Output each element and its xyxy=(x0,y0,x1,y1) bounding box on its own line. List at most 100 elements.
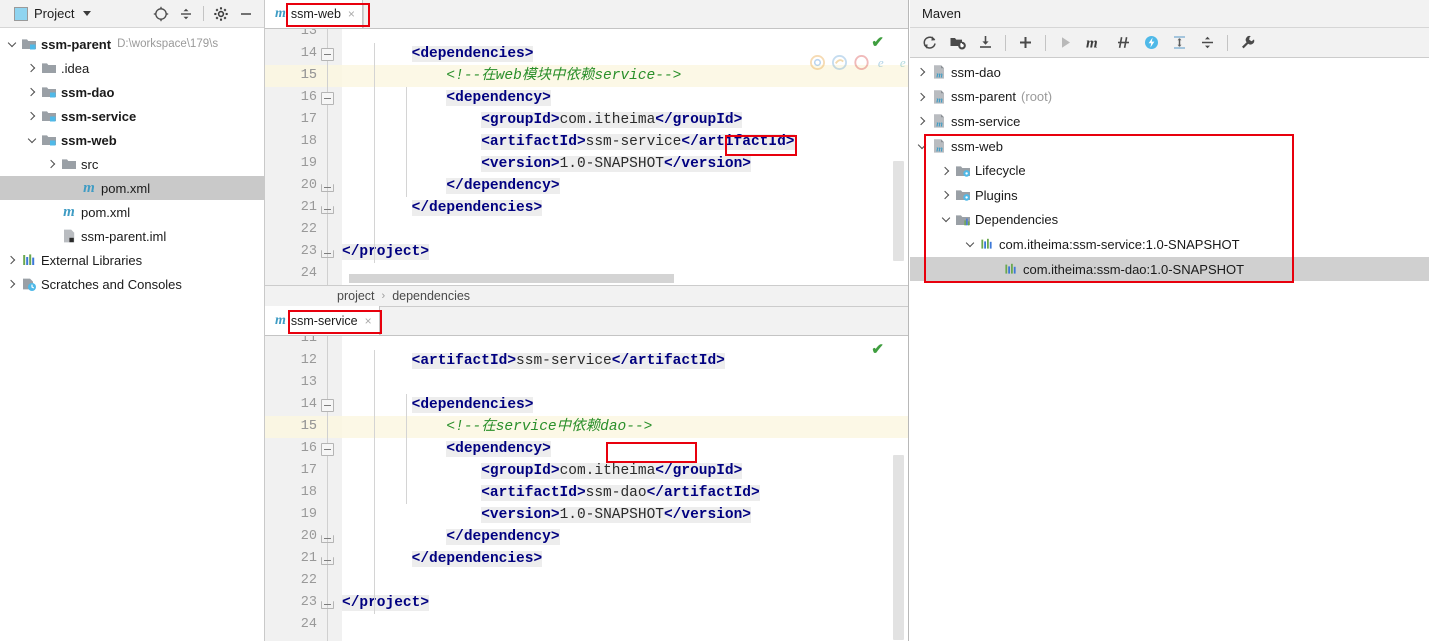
inspection-status-icon[interactable]: ✔ xyxy=(871,340,884,358)
browser-preview-icons[interactable]: e e xyxy=(810,55,908,70)
maven-tree-item-com-itheima-ssm-service-1-0-snapshot[interactable]: com.itheima:ssm-service:1.0-SNAPSHOT xyxy=(910,232,1429,257)
chevron-right-icon[interactable] xyxy=(24,65,40,71)
inspection-status-icon[interactable]: ✔ xyxy=(871,33,884,51)
chevron-right-icon[interactable] xyxy=(24,89,40,95)
maven-tree-item-plugins[interactable]: Plugins xyxy=(910,183,1429,208)
code-line[interactable]: <artifactId>ssm-service</artifactId> xyxy=(342,131,908,153)
maven-tree-item-lifecycle[interactable]: Lifecycle xyxy=(910,158,1429,183)
maven-tree[interactable]: mssm-daomssm-parent(root)mssm-servicemss… xyxy=(910,58,1429,281)
minimize-icon[interactable] xyxy=(238,6,254,22)
project-tree-item-src[interactable]: src xyxy=(0,152,264,176)
tab-ssm-service[interactable]: m ssm-service × xyxy=(265,306,380,335)
wrench-icon[interactable] xyxy=(1239,34,1256,51)
project-tree-item-ssm-dao[interactable]: ssm-dao xyxy=(0,80,264,104)
gear-icon[interactable] xyxy=(213,6,229,22)
collapse-all-icon[interactable] xyxy=(178,6,194,22)
breadcrumb-item-project[interactable]: project xyxy=(337,289,375,303)
code-line[interactable] xyxy=(342,372,908,394)
project-tree-item-external-libraries[interactable]: External Libraries xyxy=(0,248,264,272)
ie-icon[interactable]: e xyxy=(876,55,891,70)
add-icon[interactable] xyxy=(1017,34,1034,51)
editor-vscrollbar-top[interactable] xyxy=(893,161,904,261)
code-line[interactable]: </dependencies> xyxy=(342,548,908,570)
toggle-skip-tests-icon[interactable] xyxy=(1115,34,1132,51)
project-tree-item-ssm-web[interactable]: ssm-web xyxy=(0,128,264,152)
project-tree-item-ssm-parent[interactable]: ssm-parentD:\workspace\179\s xyxy=(0,32,264,56)
fold-marker[interactable] xyxy=(321,399,334,412)
download-sources-icon[interactable] xyxy=(977,34,994,51)
code-line[interactable] xyxy=(342,336,908,350)
editor-gutter-top[interactable]: 13141515161718192021222324 xyxy=(265,29,342,285)
code-line[interactable]: <version>1.0-SNAPSHOT</version> xyxy=(342,153,908,175)
chrome-icon[interactable] xyxy=(810,55,825,70)
code-line[interactable] xyxy=(342,570,908,592)
fold-marker[interactable] xyxy=(321,92,334,105)
code-line[interactable]: </dependencies> xyxy=(342,197,908,219)
chevron-down-icon[interactable] xyxy=(24,139,40,142)
code-line[interactable]: <groupId>com.itheima</groupId> xyxy=(342,460,908,482)
reload-icon[interactable] xyxy=(921,34,938,51)
fold-marker[interactable] xyxy=(321,184,334,192)
editor-gutter-bottom[interactable]: 111213141515161718192021222324 xyxy=(265,336,342,641)
code-line[interactable]: </dependency> xyxy=(342,526,908,548)
code-line[interactable] xyxy=(342,614,908,636)
close-icon[interactable]: × xyxy=(348,7,355,21)
chevron-right-icon[interactable] xyxy=(914,118,930,124)
breadcrumb[interactable]: project › dependencies xyxy=(265,285,908,307)
editor-code-bottom[interactable]: <artifactId>ssm-service</artifactId> <de… xyxy=(342,336,908,641)
chevron-right-icon[interactable] xyxy=(914,69,930,75)
fold-marker[interactable] xyxy=(321,535,334,543)
run-icon[interactable] xyxy=(1057,34,1074,51)
toggle-offline-icon[interactable] xyxy=(1143,34,1160,51)
maven-tree-item-ssm-service[interactable]: mssm-service xyxy=(910,109,1429,134)
maven-tree-item-dependencies[interactable]: Dependencies xyxy=(910,208,1429,233)
generate-sources-icon[interactable] xyxy=(949,34,966,51)
chevron-right-icon[interactable] xyxy=(24,113,40,119)
fold-marker[interactable] xyxy=(321,48,334,61)
fold-marker[interactable] xyxy=(321,206,334,214)
edge-icon[interactable]: e xyxy=(898,55,908,70)
code-line[interactable]: <!--在service中依赖dao--> xyxy=(342,416,908,438)
opera-icon[interactable] xyxy=(854,55,869,70)
collapse-all-icon[interactable] xyxy=(1199,34,1216,51)
chevron-down-icon[interactable] xyxy=(962,243,978,246)
editor-vscrollbar-bottom[interactable] xyxy=(893,455,904,640)
chevron-right-icon[interactable] xyxy=(914,94,930,100)
project-view-selector[interactable]: Project xyxy=(14,6,91,21)
code-line[interactable]: <dependencies> xyxy=(342,394,908,416)
fold-marker[interactable] xyxy=(321,250,334,258)
tab-ssm-web[interactable]: m ssm-web × xyxy=(265,0,363,28)
chevron-right-icon[interactable] xyxy=(938,168,954,174)
code-line[interactable]: <dependency> xyxy=(342,438,908,460)
fold-marker[interactable] xyxy=(321,557,334,565)
code-line[interactable] xyxy=(342,29,908,43)
project-tree-item-ssm-service[interactable]: ssm-service xyxy=(0,104,264,128)
firefox-icon[interactable] xyxy=(832,55,847,70)
editor-pane-bottom[interactable]: 111213141515161718192021222324 <artifact… xyxy=(265,336,908,641)
locate-icon[interactable] xyxy=(153,6,169,22)
maven-tree-item-com-itheima-ssm-dao-1-0-snapshot[interactable]: com.itheima:ssm-dao:1.0-SNAPSHOT xyxy=(910,257,1429,282)
code-line[interactable]: </project> xyxy=(342,592,908,614)
chevron-down-icon[interactable] xyxy=(914,145,930,148)
fold-marker[interactable] xyxy=(321,601,334,609)
code-line[interactable]: <dependency> xyxy=(342,87,908,109)
code-line[interactable]: <artifactId>ssm-dao</artifactId> xyxy=(342,482,908,504)
expand-all-icon[interactable] xyxy=(1171,34,1188,51)
project-tree-item-pom-xml[interactable]: mpom.xml xyxy=(0,176,264,200)
chevron-right-icon[interactable] xyxy=(44,161,60,167)
chevron-right-icon[interactable] xyxy=(938,192,954,198)
code-line[interactable]: <groupId>com.itheima</groupId> xyxy=(342,109,908,131)
project-tree-item-pom-xml[interactable]: mpom.xml xyxy=(0,200,264,224)
editor-hscrollbar-top[interactable] xyxy=(349,274,674,283)
project-tree-item-ssm-parent-iml[interactable]: ssm-parent.iml xyxy=(0,224,264,248)
chevron-right-icon[interactable] xyxy=(4,281,20,287)
close-icon[interactable]: × xyxy=(365,314,372,328)
maven-tree-item-ssm-parent[interactable]: mssm-parent(root) xyxy=(910,85,1429,110)
code-line[interactable] xyxy=(342,219,908,241)
maven-tree-item-ssm-dao[interactable]: mssm-dao xyxy=(910,60,1429,85)
editor-pane-top[interactable]: 13141515161718192021222324 <dependencies… xyxy=(265,29,908,285)
code-line[interactable]: <version>1.0-SNAPSHOT</version> xyxy=(342,504,908,526)
maven-tree-item-ssm-web[interactable]: mssm-web xyxy=(910,134,1429,159)
breadcrumb-item-dependencies[interactable]: dependencies xyxy=(392,289,470,303)
project-tree[interactable]: ssm-parentD:\workspace\179\s.ideassm-dao… xyxy=(0,28,264,296)
